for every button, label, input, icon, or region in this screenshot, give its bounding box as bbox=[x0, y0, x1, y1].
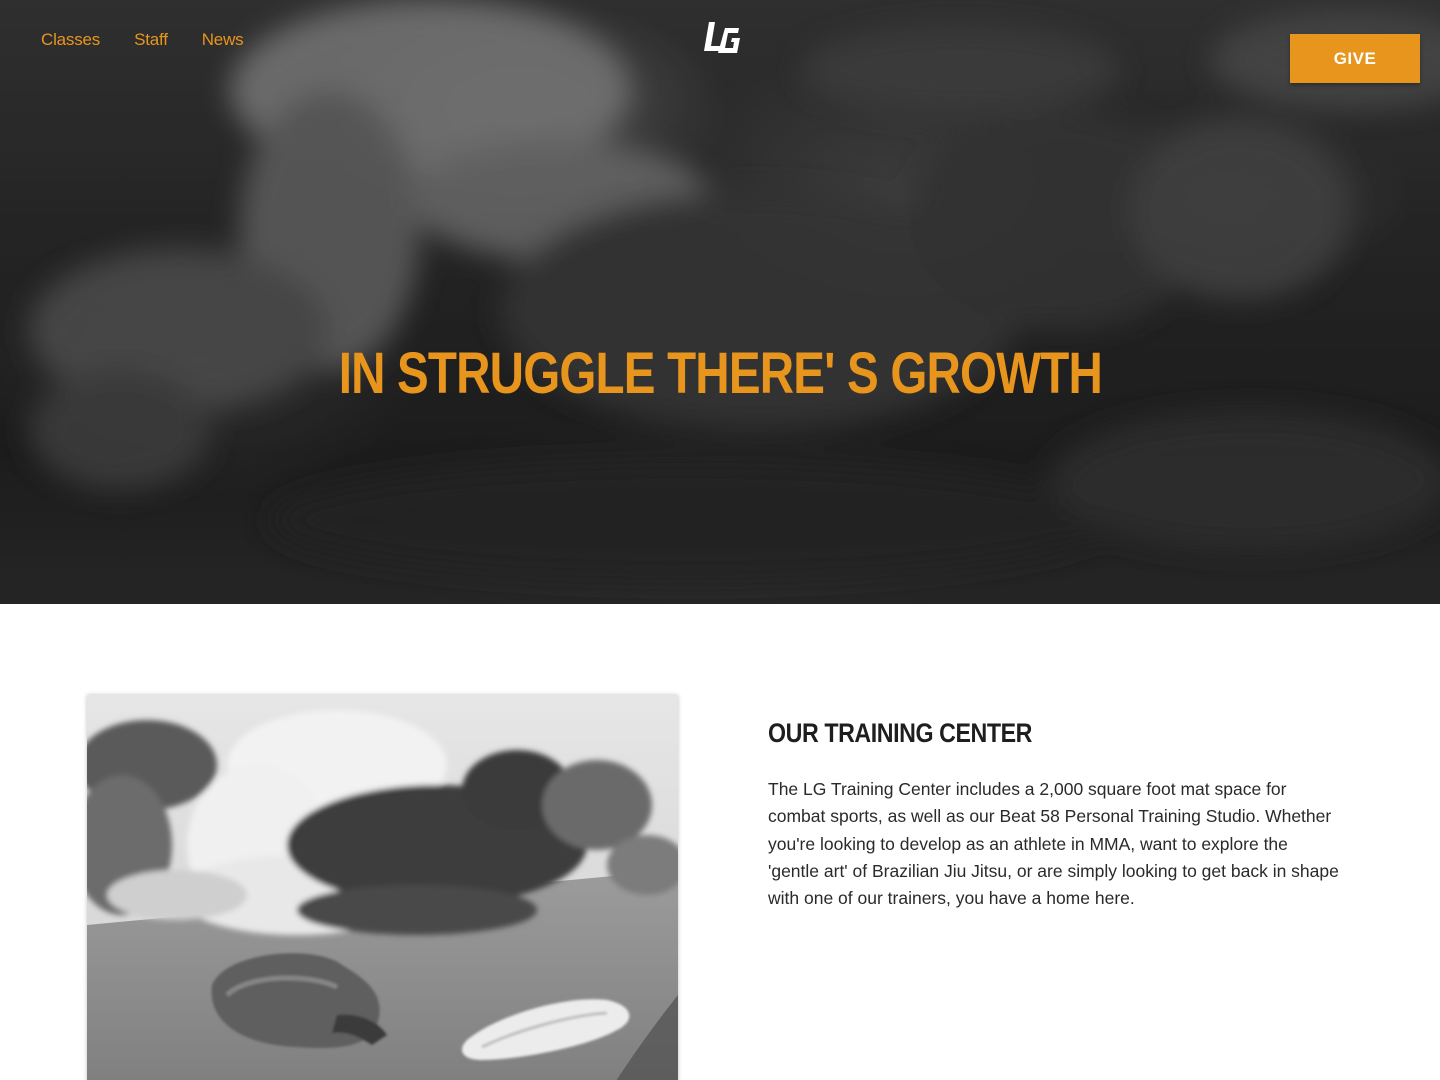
lg-logo[interactable] bbox=[703, 18, 743, 58]
lg-logo-mark bbox=[704, 22, 740, 53]
hero-dark-overlay bbox=[0, 0, 1440, 604]
hero-title: IN STRUGGLE THERE' S GROWTH bbox=[338, 341, 1103, 406]
nav-link-news[interactable]: News bbox=[202, 30, 244, 50]
training-center-photo bbox=[87, 695, 678, 1080]
main-nav: Classes Staff News bbox=[41, 30, 244, 50]
section-title: OUR TRAINING CENTER bbox=[768, 718, 1033, 748]
nav-link-classes[interactable]: Classes bbox=[41, 30, 100, 50]
nav-link-staff[interactable]: Staff bbox=[134, 30, 168, 50]
give-button[interactable]: GIVE bbox=[1290, 34, 1420, 83]
hero-banner: Classes Staff News GIVE IN STRUGGLE THER… bbox=[0, 0, 1440, 604]
section-description: The LG Training Center includes a 2,000 … bbox=[768, 779, 1339, 909]
